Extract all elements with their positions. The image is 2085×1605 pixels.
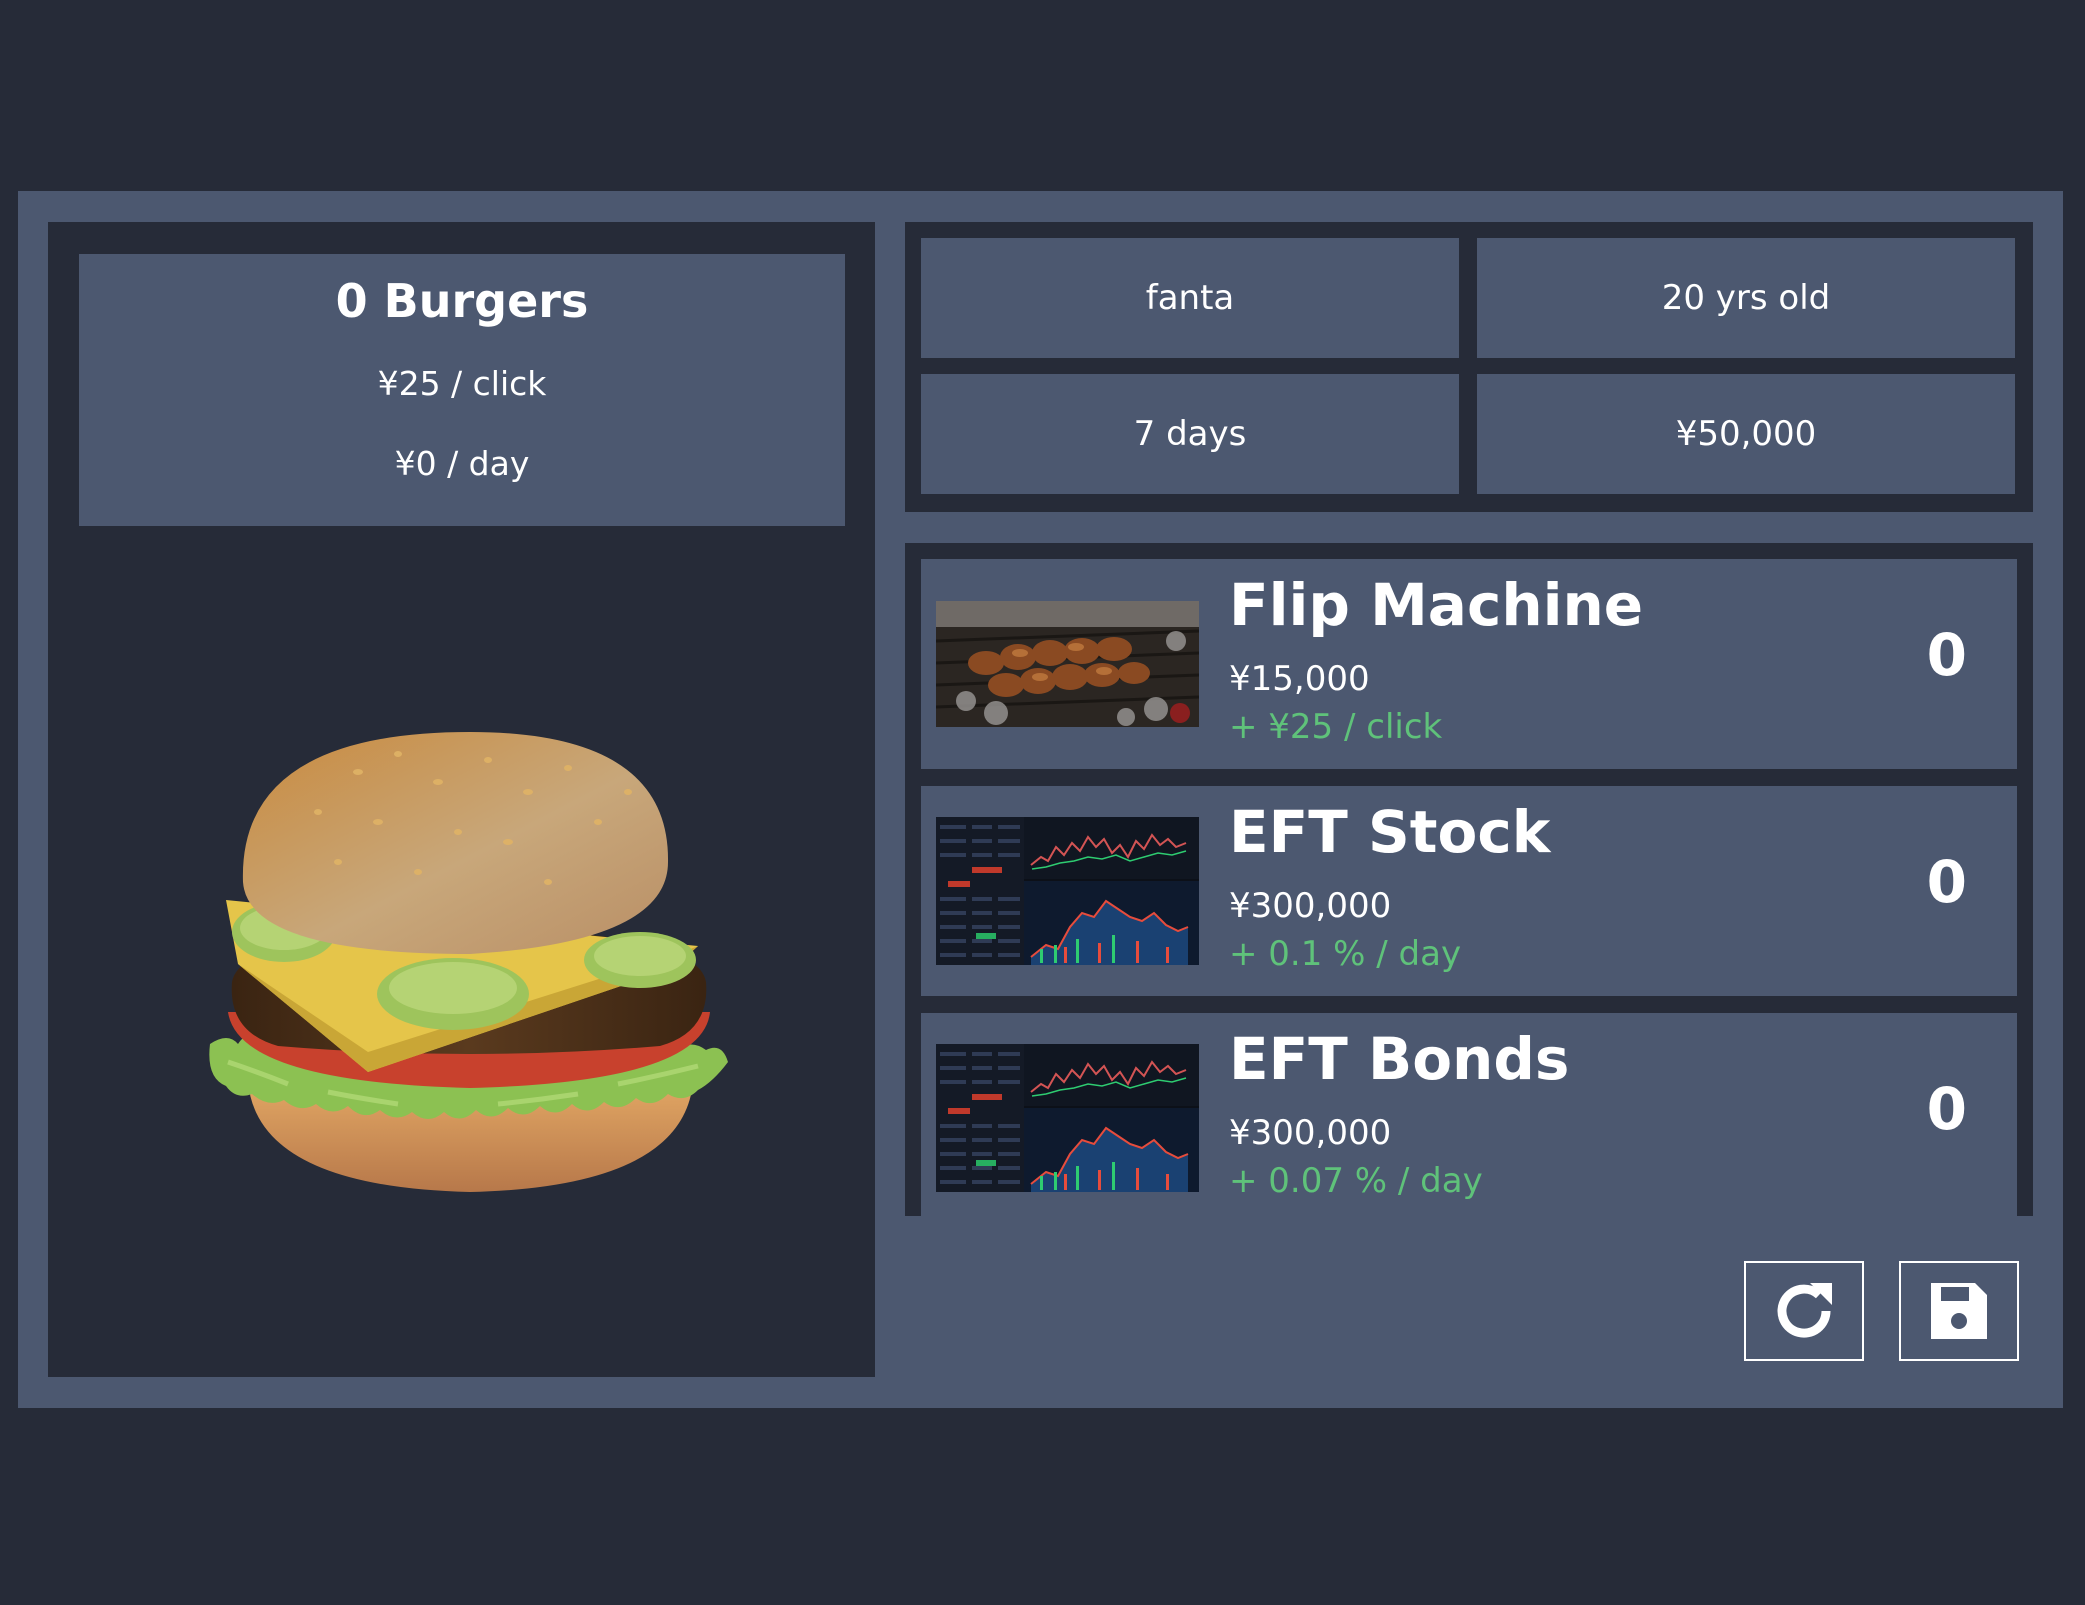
burger-count: 0 Burgers: [335, 274, 589, 328]
per-click-rate: ¥25 / click: [377, 364, 547, 403]
days-elapsed: 7 days: [921, 374, 1459, 494]
burger-button[interactable]: [198, 732, 743, 1202]
shop-item-count: 0: [1926, 1075, 1967, 1143]
shop-item-name: EFT Stock: [1229, 798, 1551, 866]
shop-item-bonus: + 0.1 % / day: [1229, 934, 1462, 974]
player-info-grid: fanta 20 yrs old 7 days ¥50,000: [905, 222, 2033, 512]
save-button[interactable]: [1899, 1261, 2019, 1361]
stats-box: 0 Burgers ¥25 / click ¥0 / day: [79, 254, 845, 526]
left-panel: 0 Burgers ¥25 / click ¥0 / day: [48, 222, 875, 1377]
stock-chart-image: [936, 817, 1199, 965]
burger-icon: [209, 732, 729, 1192]
grill-skewers-image: [936, 601, 1199, 727]
shop-item-count: 0: [1926, 848, 1967, 916]
player-age: 20 yrs old: [1477, 238, 2015, 358]
shop-item-count: 0: [1926, 621, 1967, 689]
shop-item-eft-stock[interactable]: EFT Stock ¥300,000 + 0.1 % / day 0: [921, 786, 2017, 996]
shop-item-price: ¥300,000: [1229, 1113, 1392, 1153]
shop-item-flip-machine[interactable]: Flip Machine ¥15,000 + ¥25 / click 0: [921, 559, 2017, 769]
shop-item-name: EFT Bonds: [1229, 1025, 1570, 1093]
shop-item-bonus: + 0.07 % / day: [1229, 1161, 1483, 1201]
main-frame: 0 Burgers ¥25 / click ¥0 / day fanta 20 …: [18, 191, 2063, 1408]
money-balance: ¥50,000: [1477, 374, 2015, 494]
stock-chart-image: [936, 1044, 1199, 1192]
reset-button[interactable]: [1744, 1261, 1864, 1361]
redo-icon: [1777, 1283, 1832, 1338]
shop-item-eft-bonds[interactable]: EFT Bonds ¥300,000 + 0.07 % / day 0: [921, 1013, 2017, 1216]
shop-item-bonus: + ¥25 / click: [1229, 707, 1443, 747]
shop-item-price: ¥300,000: [1229, 886, 1392, 926]
shop-item-price: ¥15,000: [1229, 659, 1370, 699]
shop-list[interactable]: Flip Machine ¥15,000 + ¥25 / click 0 EFT…: [905, 543, 2033, 1216]
floppy-disk-icon: [1931, 1283, 1987, 1339]
player-name: fanta: [921, 238, 1459, 358]
per-day-rate: ¥0 / day: [394, 444, 530, 483]
shop-item-name: Flip Machine: [1229, 571, 1644, 639]
